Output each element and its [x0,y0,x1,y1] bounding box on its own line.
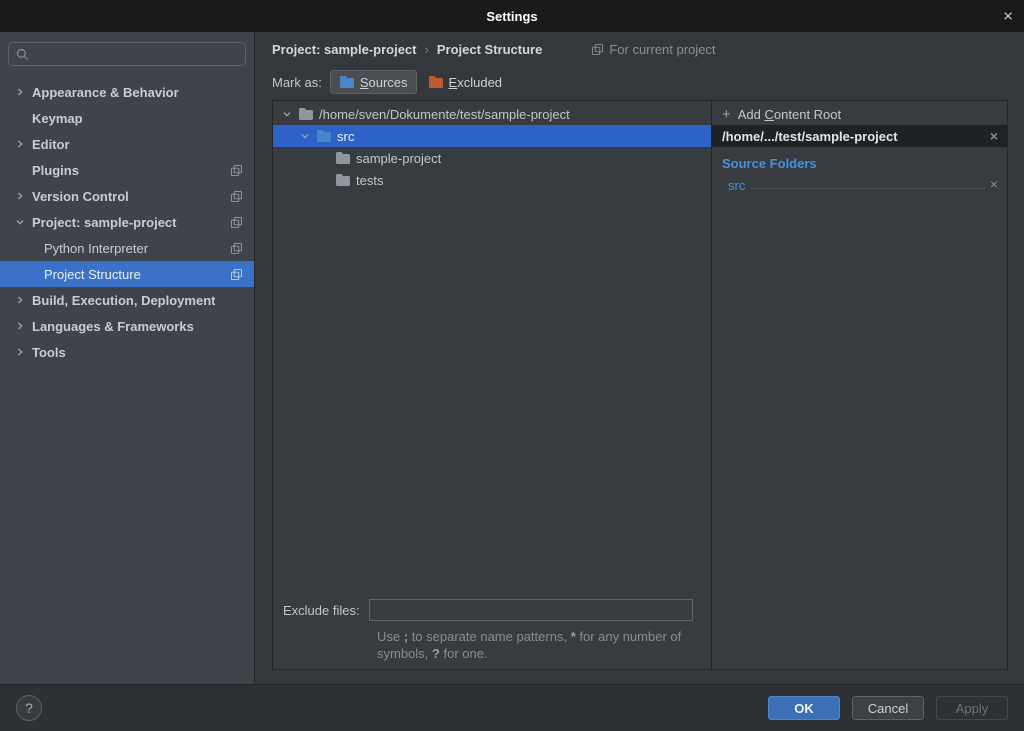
mark-as-excluded-label: Excluded [449,75,502,90]
chevron-down-icon [14,217,26,227]
breadcrumb: Project: sample-project › Project Struct… [256,32,1024,66]
sidebar-item-label: Appearance & Behavior [32,85,179,100]
ok-button[interactable]: OK [768,696,840,720]
directory-tree-panel: /home/sven/Dokumente/test/sample-project… [273,101,712,669]
chevron-right-icon [14,87,26,97]
content-root-entry[interactable]: /home/.../test/sample-project × [712,125,1007,147]
sidebar-item-plugins[interactable]: Plugins [0,157,254,183]
settings-sidebar: Appearance & Behavior Keymap Editor Plug… [0,32,255,684]
sidebar-item-python-interpreter[interactable]: Python Interpreter [0,235,254,261]
apply-button[interactable]: Apply [936,696,1008,720]
chevron-down-icon[interactable] [281,109,293,119]
project-structure-panels: /home/sven/Dokumente/test/sample-project… [272,100,1008,670]
sidebar-item-keymap[interactable]: Keymap [0,105,254,131]
folder-icon [335,150,351,166]
project-scope-icon [231,217,242,228]
exclude-files-section: Exclude files: Use ; to separate name pa… [273,599,711,662]
mark-as-toolbar: Mark as: Sources Excluded [256,66,1024,98]
folder-icon [298,106,314,122]
search-icon [16,48,29,61]
add-content-root-label: Add Content Root [738,107,841,122]
chevron-right-icon [14,295,26,305]
window-close-icon[interactable]: × [1003,8,1013,25]
project-scope-icon [231,191,242,202]
titlebar: Settings × [0,0,1024,32]
tree-row-sample-project[interactable]: sample-project [273,147,711,169]
tree-row-label: tests [356,173,383,188]
sidebar-item-editor[interactable]: Editor [0,131,254,157]
window-title: Settings [486,9,537,24]
chevron-right-icon [14,191,26,201]
chevron-right-icon [14,321,26,331]
page-title: Project Structure [437,42,542,57]
folder-icon [335,172,351,188]
sidebar-item-label: Build, Execution, Deployment [32,293,215,308]
excluded-folder-icon [428,74,444,90]
sidebar-item-version-control[interactable]: Version Control [0,183,254,209]
sidebar-item-label: Python Interpreter [44,241,148,256]
project-scope-icon [231,243,242,254]
sidebar-item-project-structure[interactable]: Project Structure [0,261,254,287]
chevron-down-icon[interactable] [299,131,311,141]
project-scope-icon [231,165,242,176]
add-content-root-button[interactable]: + Add Content Root [712,103,1007,125]
tree-row-label: src [337,129,354,144]
content-root-panel: + Add Content Root /home/.../test/sample… [712,101,1007,669]
tree-row-label: sample-project [356,151,441,166]
help-button[interactable]: ? [16,695,42,721]
exclude-files-hint: Use ; to separate name patterns, * for a… [377,628,713,662]
breadcrumb-separator: › [425,42,429,57]
source-folder-name: src [728,178,745,193]
context-note: For current project [592,42,715,57]
tree-row-src[interactable]: src [273,125,711,147]
project-scope-icon [592,44,603,55]
exclude-files-input[interactable] [369,599,693,621]
tree-row-tests[interactable]: tests [273,169,711,191]
tree-row-label: /home/sven/Dokumente/test/sample-project [319,107,570,122]
sidebar-item-project-sample-project[interactable]: Project: sample-project [0,209,254,235]
project-scope-icon [231,269,242,280]
sidebar-item-tools[interactable]: Tools [0,339,254,365]
sidebar-item-label: Editor [32,137,70,152]
sidebar-item-label: Version Control [32,189,129,204]
settings-content: Project: sample-project › Project Struct… [256,32,1024,684]
mark-as-label: Mark as: [272,75,322,90]
breadcrumb-project: Project: sample-project [272,42,417,57]
source-folder-entry[interactable]: src × [728,175,998,193]
context-note-label: For current project [609,42,715,57]
sidebar-item-languages-frameworks[interactable]: Languages & Frameworks [0,313,254,339]
sidebar-item-label: Plugins [32,163,79,178]
sidebar-item-label: Tools [32,345,66,360]
sidebar-item-appearance-behavior[interactable]: Appearance & Behavior [0,79,254,105]
source-folders-heading: Source Folders [722,156,1007,171]
mark-as-sources-label: Sources [360,75,408,90]
mark-as-excluded-button[interactable]: Excluded [425,71,510,93]
sidebar-item-label: Keymap [32,111,83,126]
remove-source-folder-icon[interactable]: × [990,177,998,191]
sidebar-item-label: Languages & Frameworks [32,319,194,334]
dialog-footer: ? OK Cancel Apply [0,684,1024,731]
remove-content-root-icon[interactable]: × [990,129,998,143]
chevron-right-icon [14,139,26,149]
content-root-path: /home/.../test/sample-project [722,129,898,144]
sidebar-item-build-execution-deployment[interactable]: Build, Execution, Deployment [0,287,254,313]
sidebar-item-label: Project Structure [44,267,141,282]
source-folder-icon [316,128,332,144]
cancel-button[interactable]: Cancel [852,696,924,720]
exclude-files-label: Exclude files: [283,603,360,618]
chevron-right-icon [14,347,26,357]
settings-search[interactable] [8,42,246,66]
source-folder-icon [339,74,355,90]
mark-as-sources-button[interactable]: Sources [330,70,417,94]
dotted-leader [751,188,984,189]
search-input[interactable] [34,47,238,62]
tree-row-content-root[interactable]: /home/sven/Dokumente/test/sample-project [273,103,711,125]
plus-icon: + [722,107,731,122]
sidebar-item-label: Project: sample-project [32,215,177,230]
